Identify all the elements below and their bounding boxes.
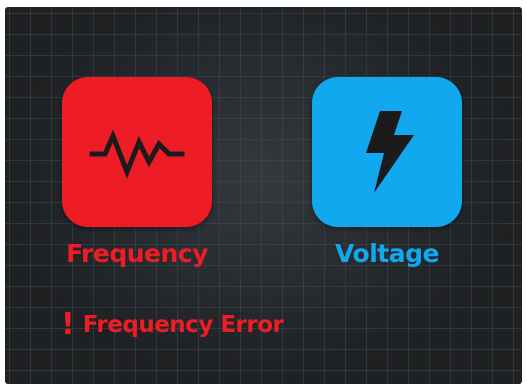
error-message: Frequency Error xyxy=(82,312,284,338)
lightning-bolt-icon xyxy=(366,111,414,193)
dashboard-screen: Frequency Voltage ! Frequency Error xyxy=(5,7,522,384)
error-alert: ! Frequency Error xyxy=(61,307,284,342)
frequency-label: Frequency xyxy=(66,239,208,268)
waveform-icon xyxy=(89,129,185,179)
voltage-label: Voltage xyxy=(335,239,439,268)
exclamation-icon: ! xyxy=(61,307,75,342)
frequency-button[interactable] xyxy=(62,77,212,227)
voltage-button[interactable] xyxy=(312,77,462,227)
